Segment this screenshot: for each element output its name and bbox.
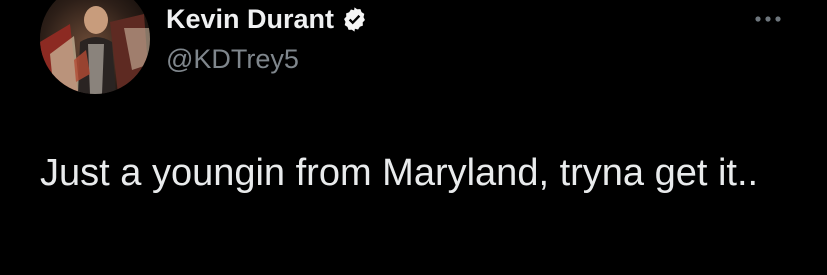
avatar[interactable] <box>40 0 150 94</box>
author-handle[interactable]: @KDTrey5 <box>166 44 299 75</box>
profile-photo-icon <box>40 0 150 94</box>
author-name[interactable]: Kevin Durant <box>166 3 368 35</box>
author-name-text: Kevin Durant <box>166 3 335 34</box>
ellipsis-icon <box>755 16 781 22</box>
verified-badge-icon <box>341 6 368 33</box>
tweet-card: Kevin Durant @KDTrey5 Just a youngin fro… <box>0 0 827 275</box>
tweet-text: Just a youngin from Maryland, tryna get … <box>40 152 759 194</box>
more-options-button[interactable] <box>748 6 788 32</box>
